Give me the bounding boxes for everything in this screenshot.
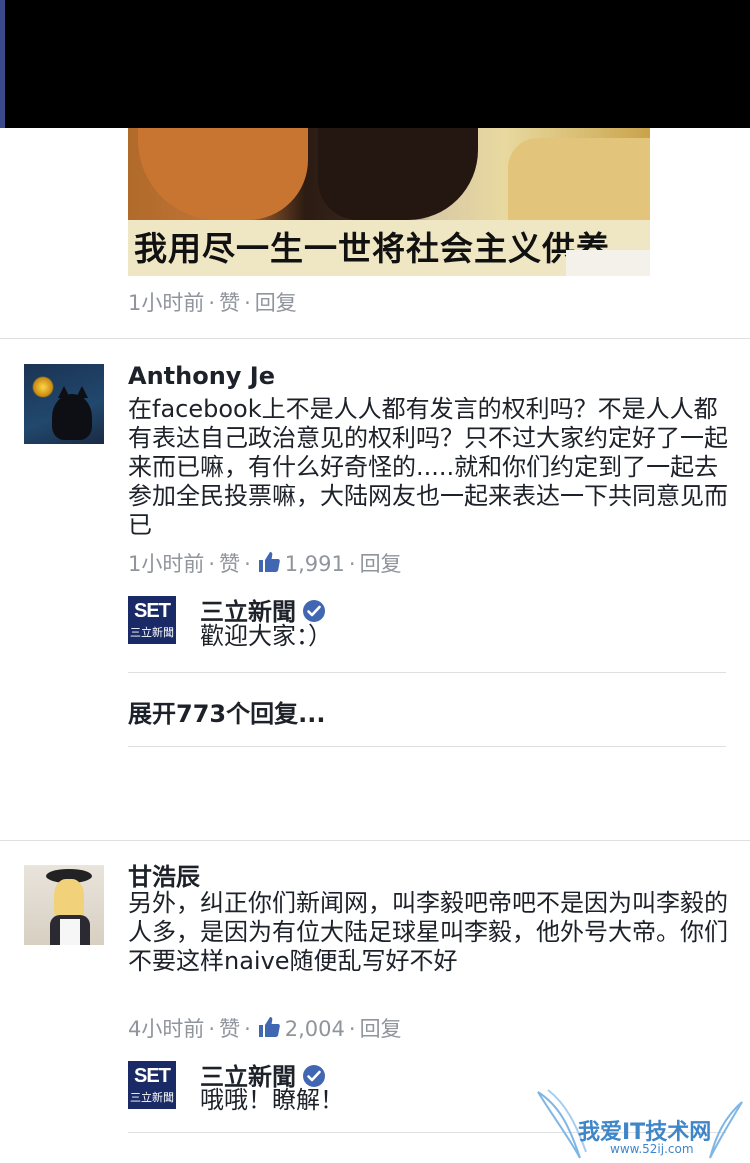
comment-reply-button[interactable]: 回复 xyxy=(360,552,402,576)
comment-meta: 4小时前 · 赞 · 2,004 · 回复 xyxy=(128,1017,402,1041)
reply-text: 哦哦！瞭解！ xyxy=(200,1086,344,1114)
watermark-url: www.52ij.com xyxy=(610,1142,694,1156)
comment-like-button[interactable]: 赞 xyxy=(219,552,240,576)
set-logo: SET xyxy=(134,1065,171,1087)
like-count[interactable]: 1,991 xyxy=(285,552,345,576)
expand-replies-link[interactable]: 展开773个回复... xyxy=(128,694,325,729)
comment-author[interactable]: 甘浩辰 xyxy=(128,857,200,892)
avatar[interactable] xyxy=(24,865,104,945)
post-time: 1小时前 xyxy=(128,291,205,315)
verified-badge-icon xyxy=(303,1065,325,1087)
post-like-button[interactable]: 赞 xyxy=(219,291,240,315)
set-logo: SET xyxy=(134,600,171,622)
set-logo-sub: 三立新聞 xyxy=(130,626,174,639)
comment-text: 另外，纠正你们新闻网，叫李毅吧帝吧不是因为叫李毅的人多，是因为有位大陆足球星叫李… xyxy=(128,889,728,975)
page-avatar[interactable]: SET 三立新聞 xyxy=(128,1061,176,1109)
watermark: 我爱IT技术网 www.52ij.com xyxy=(530,1088,750,1163)
comment-time: 4小时前 xyxy=(128,1017,205,1041)
set-logo-sub: 三立新聞 xyxy=(130,1091,174,1104)
verified-badge-icon xyxy=(303,600,325,622)
divider xyxy=(0,338,750,339)
image-stamp xyxy=(566,250,650,276)
thumbs-up-icon xyxy=(258,1017,280,1037)
top-bar xyxy=(0,0,750,128)
comment-reply-button[interactable]: 回复 xyxy=(360,1017,402,1041)
like-count[interactable]: 2,004 xyxy=(285,1017,345,1041)
post-image-art xyxy=(128,128,650,220)
post-meta: 1小时前 · 赞 · 回复 xyxy=(128,291,297,315)
comment-like-button[interactable]: 赞 xyxy=(219,1017,240,1041)
avatar[interactable] xyxy=(24,364,104,444)
page-avatar[interactable]: SET 三立新聞 xyxy=(128,596,176,644)
comment-text: 在facebook上不是人人都有发言的权利吗？不是人人都有表达自己政治意见的权利… xyxy=(128,395,728,539)
divider xyxy=(128,746,726,747)
divider xyxy=(0,840,750,841)
reply-text: 歡迎大家：） xyxy=(200,622,332,650)
post-image[interactable]: 我用尽一生一世将社会主义供养 xyxy=(128,128,650,276)
thumbs-up-icon xyxy=(258,552,280,572)
comment-meta: 1小时前 · 赞 · 1,991 · 回复 xyxy=(128,552,402,576)
comment-author[interactable]: Anthony Je xyxy=(128,362,275,390)
top-bar-edge xyxy=(0,0,5,128)
divider xyxy=(128,672,726,673)
post-reply-button[interactable]: 回复 xyxy=(255,291,297,315)
comment-time: 1小时前 xyxy=(128,552,205,576)
